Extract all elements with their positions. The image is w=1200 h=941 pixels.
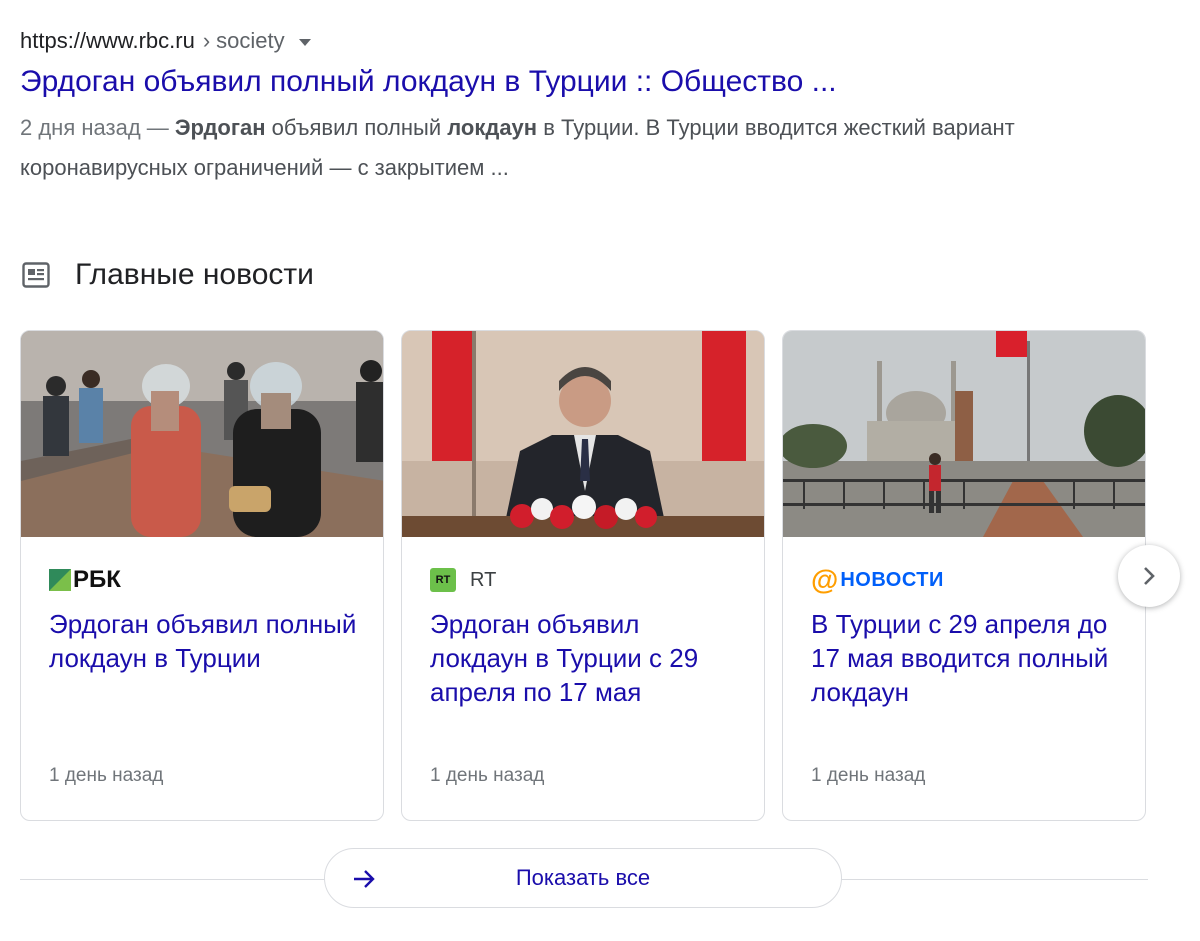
- search-result: https://www.rbc.ru › society Эрдоган объ…: [20, 26, 1160, 188]
- news-card[interactable]: RT RT Эрдоган объявил локдаун в Турции с…: [401, 330, 765, 821]
- news-card[interactable]: @ новости В Турции с 29 апреля до 17 мая…: [782, 330, 1146, 821]
- news-time: 1 день назад: [811, 765, 926, 786]
- section-title: Главные новости: [75, 258, 314, 291]
- snippet-date: 2 дня назад —: [20, 115, 169, 140]
- rt-logo-icon: RT: [430, 568, 456, 592]
- news-time: 1 день назад: [49, 765, 164, 786]
- rbk-logo-icon: [49, 569, 71, 591]
- mail-at-logo-icon: @: [811, 564, 839, 595]
- carousel-next-button[interactable]: [1118, 545, 1180, 607]
- arrow-right-icon: [354, 870, 375, 888]
- result-url[interactable]: https://www.rbc.ru: [20, 26, 195, 56]
- chevron-right-icon: [1144, 567, 1155, 585]
- news-thumbnail: [21, 331, 383, 537]
- result-breadcrumb: https://www.rbc.ru › society: [20, 26, 1160, 56]
- newspaper-icon: [22, 262, 50, 288]
- source-name: РБК: [73, 566, 121, 593]
- show-all-button[interactable]: Показать все: [324, 848, 842, 908]
- source-name: RT: [470, 568, 497, 591]
- source-name: новости: [840, 568, 944, 591]
- news-source: RT RT: [430, 567, 496, 593]
- show-all-label: Показать все: [515, 865, 651, 890]
- news-card[interactable]: РБК Эрдоган объявил полный локдаун в Тур…: [20, 330, 384, 821]
- snippet-bold: Эрдоган: [174, 115, 266, 140]
- news-time: 1 день назад: [430, 765, 545, 786]
- result-title-link[interactable]: Эрдоган объявил полный локдаун в Турции …: [20, 62, 1160, 102]
- news-thumbnail: [402, 331, 764, 537]
- top-news-header: Главные новости: [22, 258, 314, 292]
- news-headline[interactable]: В Турции с 29 апреля до 17 мая вводится …: [811, 607, 1121, 709]
- news-headline[interactable]: Эрдоган объявил локдаун в Турции с 29 ап…: [430, 607, 740, 709]
- caret-down-icon[interactable]: [298, 38, 311, 46]
- news-source: @ новости: [811, 564, 944, 595]
- breadcrumb-path: society: [216, 28, 285, 53]
- snippet-text: объявил полный: [265, 115, 448, 140]
- news-source: РБК: [49, 566, 121, 593]
- news-thumbnail: [783, 331, 1145, 537]
- result-snippet: 2 дня назад — Эрдоган объявил полный лок…: [20, 108, 1100, 188]
- breadcrumb-separator: ›: [202, 28, 211, 53]
- snippet-bold: локдаун: [447, 115, 538, 140]
- news-headline[interactable]: Эрдоган объявил полный локдаун в Турции: [49, 607, 359, 675]
